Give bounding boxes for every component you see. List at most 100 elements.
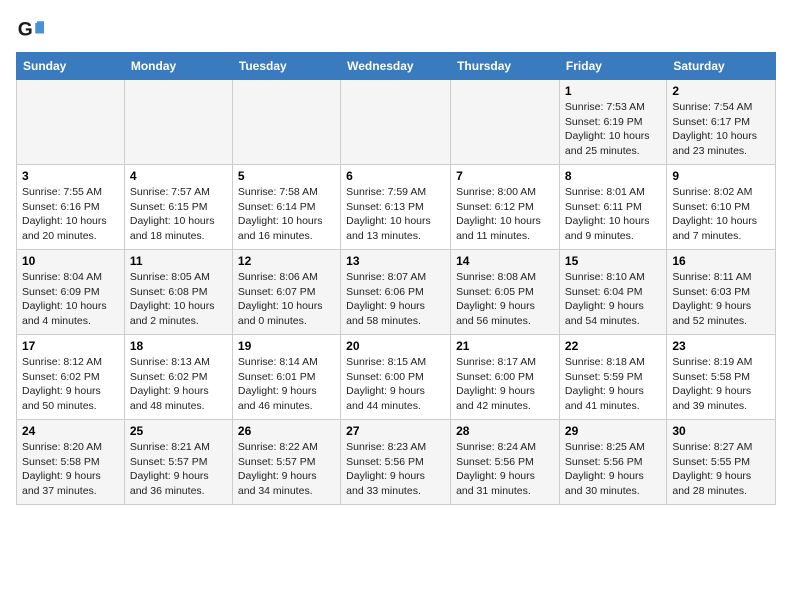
day-number: 15 <box>565 254 661 268</box>
day-number: 24 <box>22 424 119 438</box>
day-number: 22 <box>565 339 661 353</box>
day-number: 19 <box>238 339 335 353</box>
week-row-3: 10 Sunrise: 8:04 AMSunset: 6:09 PMDayligh… <box>17 250 776 335</box>
calendar-cell: 6Sunrise: 7:59 AMSunset: 6:13 PMDaylight… <box>341 165 451 250</box>
day-info: Sunrise: 7:55 AMSunset: 6:16 PMDaylight:… <box>22 185 119 244</box>
day-info: Sunrise: 7:59 AMSunset: 6:13 PMDaylight:… <box>346 185 445 244</box>
day-info: Sunrise: 8:13 AMSunset: 6:02 PMDaylight:… <box>130 355 227 414</box>
day-info: Sunrise: 8:27 AMSunset: 5:55 PMDaylight:… <box>672 440 770 499</box>
day-info: Sunrise: 7:53 AMSunset: 6:19 PMDaylight:… <box>565 100 661 159</box>
day-info: Sunrise: 8:24 AMSunset: 5:56 PMDaylight:… <box>456 440 554 499</box>
weekday-header-tuesday: Tuesday <box>232 53 340 80</box>
page-header: G <box>16 16 776 44</box>
day-number: 27 <box>346 424 445 438</box>
day-number: 9 <box>672 169 770 183</box>
calendar-cell: 28 Sunrise: 8:24 AMSunset: 5:56 PMDayligh… <box>451 420 560 505</box>
day-info: Sunrise: 7:57 AMSunset: 6:15 PMDaylight:… <box>130 185 227 244</box>
day-number: 28 <box>456 424 554 438</box>
weekday-header-monday: Monday <box>124 53 232 80</box>
day-info: Sunrise: 8:22 AMSunset: 5:57 PMDaylight:… <box>238 440 335 499</box>
calendar-cell: 9 Sunrise: 8:02 AMSunset: 6:10 PMDaylight… <box>667 165 776 250</box>
calendar-cell: 11Sunrise: 8:05 AMSunset: 6:08 PMDayligh… <box>124 250 232 335</box>
weekday-header-thursday: Thursday <box>451 53 560 80</box>
day-info: Sunrise: 8:08 AMSunset: 6:05 PMDaylight:… <box>456 270 554 329</box>
calendar-cell <box>124 80 232 165</box>
weekday-header-wednesday: Wednesday <box>341 53 451 80</box>
svg-text:G: G <box>18 19 33 40</box>
calendar-cell: 2 Sunrise: 7:54 AMSunset: 6:17 PMDaylight… <box>667 80 776 165</box>
day-info: Sunrise: 8:12 AMSunset: 6:02 PMDaylight:… <box>22 355 119 414</box>
calendar-cell <box>341 80 451 165</box>
calendar-cell: 3Sunrise: 7:55 AMSunset: 6:16 PMDaylight… <box>17 165 125 250</box>
day-info: Sunrise: 8:25 AMSunset: 5:56 PMDaylight:… <box>565 440 661 499</box>
calendar-cell: 7 Sunrise: 8:00 AMSunset: 6:12 PMDaylight… <box>451 165 560 250</box>
day-info: Sunrise: 8:02 AMSunset: 6:10 PMDaylight:… <box>672 185 770 244</box>
day-number: 5 <box>238 169 335 183</box>
calendar-cell: 26 Sunrise: 8:22 AMSunset: 5:57 PMDayligh… <box>232 420 340 505</box>
calendar-cell: 19 Sunrise: 8:14 AMSunset: 6:01 PMDayligh… <box>232 335 340 420</box>
calendar-cell: 25 Sunrise: 8:21 AMSunset: 5:57 PMDayligh… <box>124 420 232 505</box>
calendar-cell: 29 Sunrise: 8:25 AMSunset: 5:56 PMDayligh… <box>559 420 666 505</box>
day-number: 21 <box>456 339 554 353</box>
day-info: Sunrise: 8:15 AMSunset: 6:00 PMDaylight:… <box>346 355 445 414</box>
calendar-cell: 16Sunrise: 8:11 AMSunset: 6:03 PMDayligh… <box>667 250 776 335</box>
day-number: 17 <box>22 339 119 353</box>
calendar-cell <box>232 80 340 165</box>
day-info: Sunrise: 8:10 AMSunset: 6:04 PMDaylight:… <box>565 270 661 329</box>
day-info: Sunrise: 8:14 AMSunset: 6:01 PMDaylight:… <box>238 355 335 414</box>
day-info: Sunrise: 8:18 AMSunset: 5:59 PMDaylight:… <box>565 355 661 414</box>
calendar-cell: 14Sunrise: 8:08 AMSunset: 6:05 PMDayligh… <box>451 250 560 335</box>
day-info: Sunrise: 8:17 AMSunset: 6:00 PMDaylight:… <box>456 355 554 414</box>
week-row-5: 24 Sunrise: 8:20 AMSunset: 5:58 PMDayligh… <box>17 420 776 505</box>
day-number: 20 <box>346 339 445 353</box>
day-info: Sunrise: 8:05 AMSunset: 6:08 PMDaylight:… <box>130 270 227 329</box>
day-number: 10 <box>22 254 119 268</box>
day-number: 12 <box>238 254 335 268</box>
weekday-header-row: SundayMondayTuesdayWednesdayThursdayFrid… <box>17 53 776 80</box>
calendar-table: SundayMondayTuesdayWednesdayThursdayFrid… <box>16 52 776 505</box>
day-number: 26 <box>238 424 335 438</box>
day-info: Sunrise: 8:06 AMSunset: 6:07 PMDaylight:… <box>238 270 335 329</box>
calendar-cell: 15 Sunrise: 8:10 AMSunset: 6:04 PMDayligh… <box>559 250 666 335</box>
day-number: 1 <box>565 84 661 98</box>
calendar-cell <box>17 80 125 165</box>
calendar-cell: 27Sunrise: 8:23 AMSunset: 5:56 PMDayligh… <box>341 420 451 505</box>
day-info: Sunrise: 7:54 AMSunset: 6:17 PMDaylight:… <box>672 100 770 159</box>
calendar-cell: 4 Sunrise: 7:57 AMSunset: 6:15 PMDaylight… <box>124 165 232 250</box>
calendar-cell: 20 Sunrise: 8:15 AMSunset: 6:00 PMDayligh… <box>341 335 451 420</box>
calendar-cell <box>451 80 560 165</box>
day-info: Sunrise: 8:19 AMSunset: 5:58 PMDaylight:… <box>672 355 770 414</box>
calendar-cell: 22 Sunrise: 8:18 AMSunset: 5:59 PMDayligh… <box>559 335 666 420</box>
week-row-1: 1 Sunrise: 7:53 AMSunset: 6:19 PMDaylight… <box>17 80 776 165</box>
day-info: Sunrise: 7:58 AMSunset: 6:14 PMDaylight:… <box>238 185 335 244</box>
day-number: 25 <box>130 424 227 438</box>
day-number: 4 <box>130 169 227 183</box>
calendar-cell: 30Sunrise: 8:27 AMSunset: 5:55 PMDayligh… <box>667 420 776 505</box>
calendar-cell: 8Sunrise: 8:01 AMSunset: 6:11 PMDaylight… <box>559 165 666 250</box>
day-info: Sunrise: 8:21 AMSunset: 5:57 PMDaylight:… <box>130 440 227 499</box>
day-number: 29 <box>565 424 661 438</box>
calendar-cell: 10 Sunrise: 8:04 AMSunset: 6:09 PMDayligh… <box>17 250 125 335</box>
logo: G <box>16 16 49 44</box>
calendar-cell: 18 Sunrise: 8:13 AMSunset: 6:02 PMDayligh… <box>124 335 232 420</box>
calendar-cell: 21 Sunrise: 8:17 AMSunset: 6:00 PMDayligh… <box>451 335 560 420</box>
day-number: 7 <box>456 169 554 183</box>
day-info: Sunrise: 8:00 AMSunset: 6:12 PMDaylight:… <box>456 185 554 244</box>
day-number: 18 <box>130 339 227 353</box>
calendar-cell: 17 Sunrise: 8:12 AMSunset: 6:02 PMDayligh… <box>17 335 125 420</box>
day-number: 13 <box>346 254 445 268</box>
weekday-header-friday: Friday <box>559 53 666 80</box>
week-row-4: 17 Sunrise: 8:12 AMSunset: 6:02 PMDayligh… <box>17 335 776 420</box>
day-info: Sunrise: 8:11 AMSunset: 6:03 PMDaylight:… <box>672 270 770 329</box>
day-number: 2 <box>672 84 770 98</box>
calendar-cell: 24 Sunrise: 8:20 AMSunset: 5:58 PMDayligh… <box>17 420 125 505</box>
calendar-cell: 1 Sunrise: 7:53 AMSunset: 6:19 PMDaylight… <box>559 80 666 165</box>
day-info: Sunrise: 8:20 AMSunset: 5:58 PMDaylight:… <box>22 440 119 499</box>
weekday-header-saturday: Saturday <box>667 53 776 80</box>
calendar-cell: 23 Sunrise: 8:19 AMSunset: 5:58 PMDayligh… <box>667 335 776 420</box>
day-number: 23 <box>672 339 770 353</box>
day-number: 8 <box>565 169 661 183</box>
day-info: Sunrise: 8:04 AMSunset: 6:09 PMDaylight:… <box>22 270 119 329</box>
calendar-cell: 13 Sunrise: 8:07 AMSunset: 6:06 PMDayligh… <box>341 250 451 335</box>
day-info: Sunrise: 8:07 AMSunset: 6:06 PMDaylight:… <box>346 270 445 329</box>
